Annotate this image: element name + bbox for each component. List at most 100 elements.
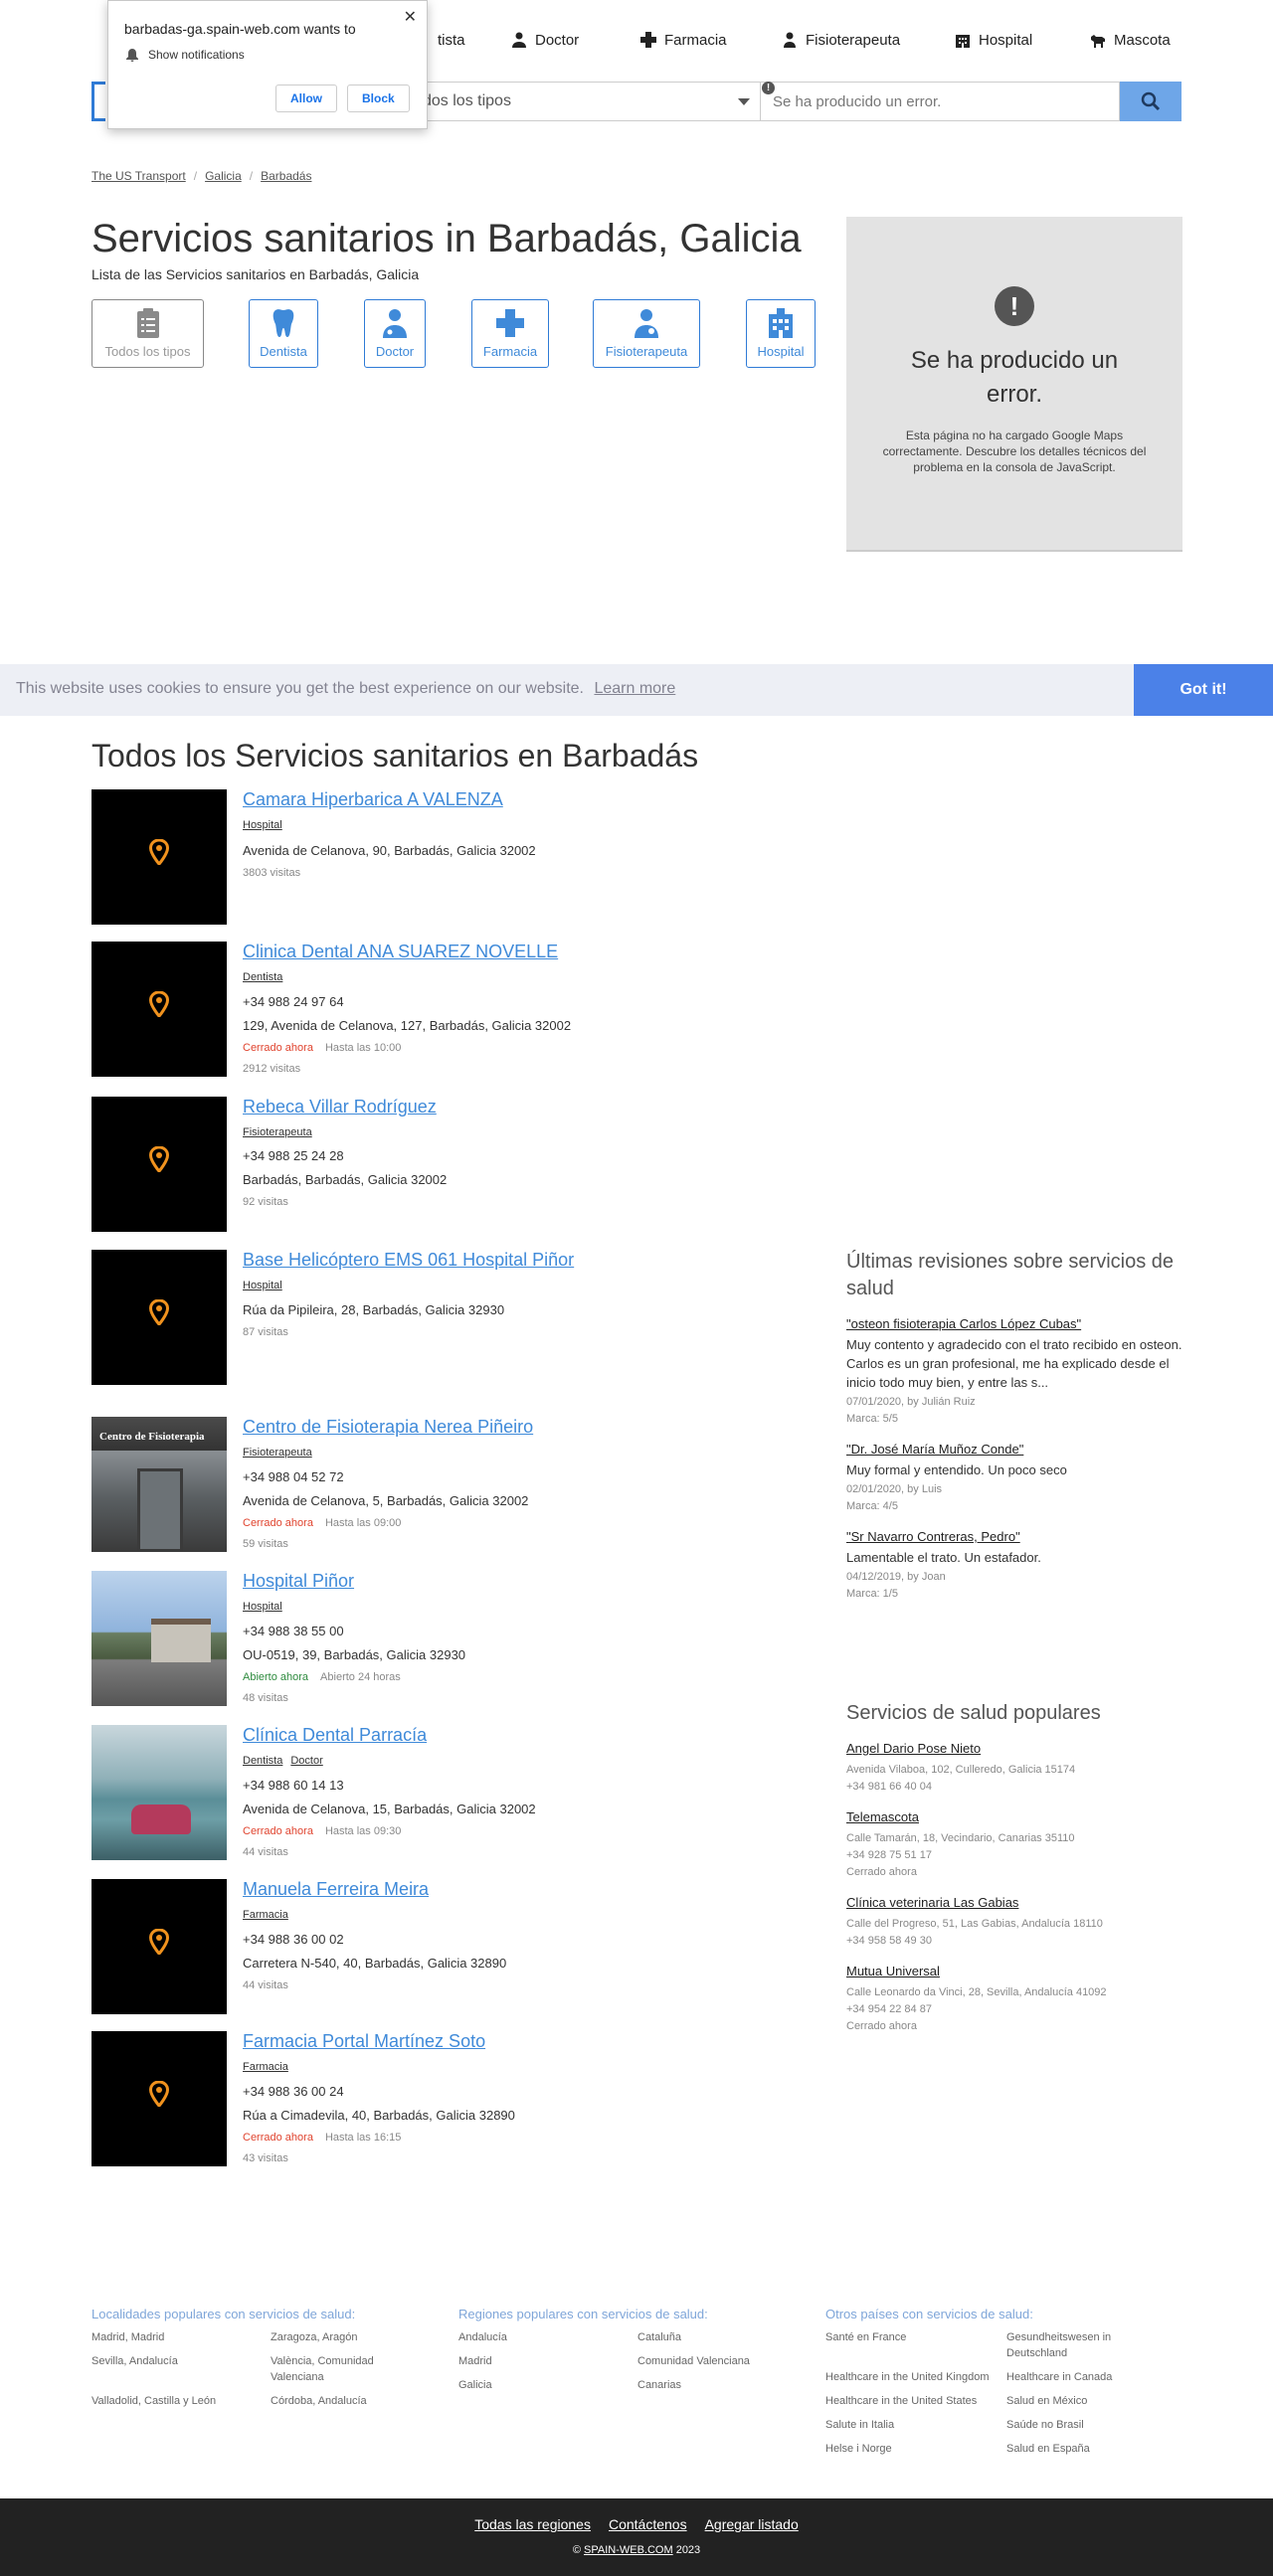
listing-name-link[interactable]: Manuela Ferreira Meira [243, 1879, 429, 1900]
footer-link[interactable]: Zaragoza, Aragón [271, 2329, 420, 2345]
type-button-hospital[interactable]: Hospital [746, 299, 816, 368]
popular-phone[interactable]: +34 981 66 40 04 [846, 1779, 1182, 1796]
footer-link[interactable]: Valladolid, Castilla y León [91, 2393, 255, 2409]
listing-tag[interactable]: Hospital [243, 819, 282, 831]
listing-name-link[interactable]: Hospital Piñor [243, 1571, 354, 1592]
footer-link[interactable]: Madrid, Madrid [91, 2329, 255, 2345]
listing-phone[interactable]: +34 988 04 52 72 [243, 1469, 344, 1484]
learn-more-link[interactable]: Learn more [594, 680, 675, 697]
nav-item-fisioterapeuta[interactable]: Fisioterapeuta [782, 22, 900, 58]
footer-link[interactable]: Andalucía [458, 2329, 622, 2345]
listing-thumbnail[interactable] [91, 1879, 227, 2014]
nav-item-hospital[interactable]: Hospital [955, 22, 1032, 58]
review-name-link[interactable]: "Sr Navarro Contreras, Pedro" [846, 1529, 1182, 1544]
search-button[interactable] [1120, 82, 1182, 121]
footer-link[interactable]: Sevilla, Andalucía [91, 2353, 255, 2385]
breadcrumb-item[interactable]: Galicia [205, 169, 242, 183]
listing-tag[interactable]: Fisioterapeuta [243, 1126, 312, 1138]
listing-phone[interactable]: +34 988 24 97 64 [243, 994, 344, 1009]
listing-tag[interactable]: Farmacia [243, 2061, 288, 2073]
listing-name-link[interactable]: Base Helicóptero EMS 061 Hospital Piñor [243, 1250, 574, 1271]
footer-link[interactable]: Healthcare in Canada [1006, 2369, 1166, 2385]
listing-name-link[interactable]: Rebeca Villar Rodríguez [243, 1097, 437, 1117]
listing-tag[interactable]: Fisioterapeuta [243, 1447, 312, 1459]
footer-link[interactable]: València, Comunidad Valenciana [271, 2353, 420, 2385]
footer-link[interactable]: Cataluña [637, 2329, 787, 2345]
type-button-doctor[interactable]: Doctor [364, 299, 426, 368]
listing-thumbnail[interactable] [91, 2031, 227, 2166]
review-name-link[interactable]: "osteon fisioterapia Carlos López Cubas" [846, 1316, 1182, 1331]
footer-link[interactable]: Salute in Italia [825, 2417, 991, 2433]
type-button-farmacia[interactable]: Farmacia [471, 299, 549, 368]
listing-phone[interactable]: +34 988 25 24 28 [243, 1148, 344, 1163]
listing-tag[interactable]: Doctor [290, 1755, 322, 1767]
site-logo[interactable] [91, 82, 105, 121]
footer-link-regiones[interactable]: Todas las regiones [474, 2516, 591, 2532]
listing-thumbnail[interactable] [91, 942, 227, 1077]
allow-button[interactable]: Allow [275, 85, 337, 112]
footer-link[interactable]: Salud en España [1006, 2441, 1166, 2457]
footer-link[interactable]: Salud en México [1006, 2393, 1166, 2409]
popular-name-link[interactable]: Telemascota [846, 1809, 1182, 1824]
listing-phone[interactable]: +34 988 36 00 02 [243, 1932, 344, 1947]
footer-link-agregar[interactable]: Agregar listado [705, 2516, 799, 2532]
listing-thumbnail[interactable] [91, 789, 227, 925]
listing-name-link[interactable]: Clinica Dental ANA SUAREZ NOVELLE [243, 942, 558, 962]
listing-phone[interactable]: +34 988 38 55 00 [243, 1624, 344, 1638]
popular-name-link[interactable]: Clínica veterinaria Las Gabias [846, 1895, 1182, 1910]
brand-link[interactable]: SPAIN-WEB.COM [584, 2544, 673, 2556]
footer-link[interactable]: Saúde no Brasil [1006, 2417, 1166, 2433]
listing-photo[interactable]: Centro de Fisioterapia [91, 1417, 227, 1552]
listing-phone[interactable]: +34 988 36 00 24 [243, 2084, 344, 2099]
footer-link-contacto[interactable]: Contáctenos [609, 2516, 687, 2532]
listing-name-link[interactable]: Farmacia Portal Martínez Soto [243, 2031, 485, 2052]
footer-link[interactable]: Córdoba, Andalucía [271, 2393, 420, 2409]
listing-name-link[interactable]: Centro de Fisioterapia Nerea Piñeiro [243, 1417, 533, 1438]
nav-item-dentista[interactable]: tista [438, 22, 465, 58]
listing-photo[interactable] [91, 1725, 227, 1860]
review-name-link[interactable]: "Dr. José María Muñoz Conde" [846, 1442, 1182, 1457]
popular-name-link[interactable]: Angel Dario Pose Nieto [846, 1741, 1182, 1756]
footer-link[interactable]: Madrid [458, 2353, 622, 2369]
type-button-fisioterapeuta[interactable]: Fisioterapeuta [593, 299, 700, 368]
listing-tag[interactable]: Dentista [243, 971, 282, 983]
cookie-accept-button[interactable]: Got it! [1134, 664, 1273, 716]
footer-link[interactable]: Healthcare in the United States [825, 2393, 991, 2409]
listing-name-link[interactable]: Camara Hiperbarica A VALENZA [243, 789, 503, 810]
listing-phone[interactable]: +34 988 60 14 13 [243, 1778, 344, 1793]
search-input[interactable]: Se ha producido un error. [760, 82, 1120, 121]
popular-name-link[interactable]: Mutua Universal [846, 1964, 1182, 1978]
photo-doorway [137, 1468, 183, 1552]
popular-phone[interactable]: +34 958 58 49 30 [846, 1933, 1182, 1950]
popular-phone[interactable]: +34 954 22 84 87 [846, 2001, 1182, 2018]
breadcrumb-item[interactable]: The US Transport [91, 169, 186, 183]
listing-thumbnail[interactable] [91, 1250, 227, 1385]
block-button[interactable]: Block [347, 85, 410, 112]
footer-link[interactable]: Gesundheitswesen in Deutschland [1006, 2329, 1166, 2361]
type-button-label: Doctor [375, 344, 415, 359]
listing-photo[interactable] [91, 1571, 227, 1706]
listing-tag[interactable]: Farmacia [243, 1909, 288, 1921]
nav-item-doctor[interactable]: Doctor [511, 22, 579, 58]
footer-link[interactable]: Healthcare in the United Kingdom [825, 2369, 991, 2385]
close-icon[interactable]: ✕ [404, 7, 417, 27]
breadcrumb-item[interactable]: Barbadás [261, 169, 311, 183]
type-button-dentista[interactable]: Dentista [249, 299, 318, 368]
listing-tags: Dentista [243, 971, 282, 983]
popular-phone[interactable]: +34 928 75 51 17 [846, 1847, 1182, 1864]
footer-link[interactable]: Canarias [637, 2377, 787, 2393]
footer-link[interactable]: Helse i Norge [825, 2441, 991, 2457]
listing-tag[interactable]: Hospital [243, 1601, 282, 1613]
nav-item-farmacia[interactable]: Farmacia [640, 22, 727, 58]
type-select[interactable]: dos los tipos [408, 82, 760, 121]
type-button-todos[interactable]: Todos los tipos [91, 299, 204, 368]
footer-link[interactable]: Comunidad Valenciana [637, 2353, 787, 2369]
listing-tag[interactable]: Hospital [243, 1280, 282, 1291]
listing-name-link[interactable]: Clínica Dental Parracía [243, 1725, 427, 1746]
footer-link[interactable]: Galicia [458, 2377, 622, 2393]
nav-item-mascota[interactable]: Mascota [1090, 22, 1171, 58]
footer-link[interactable]: Santé en France [825, 2329, 991, 2361]
listing-thumbnail[interactable] [91, 1097, 227, 1232]
listing-tag[interactable]: Dentista [243, 1755, 282, 1767]
review-mark: Marca: 5/5 [846, 1413, 898, 1425]
